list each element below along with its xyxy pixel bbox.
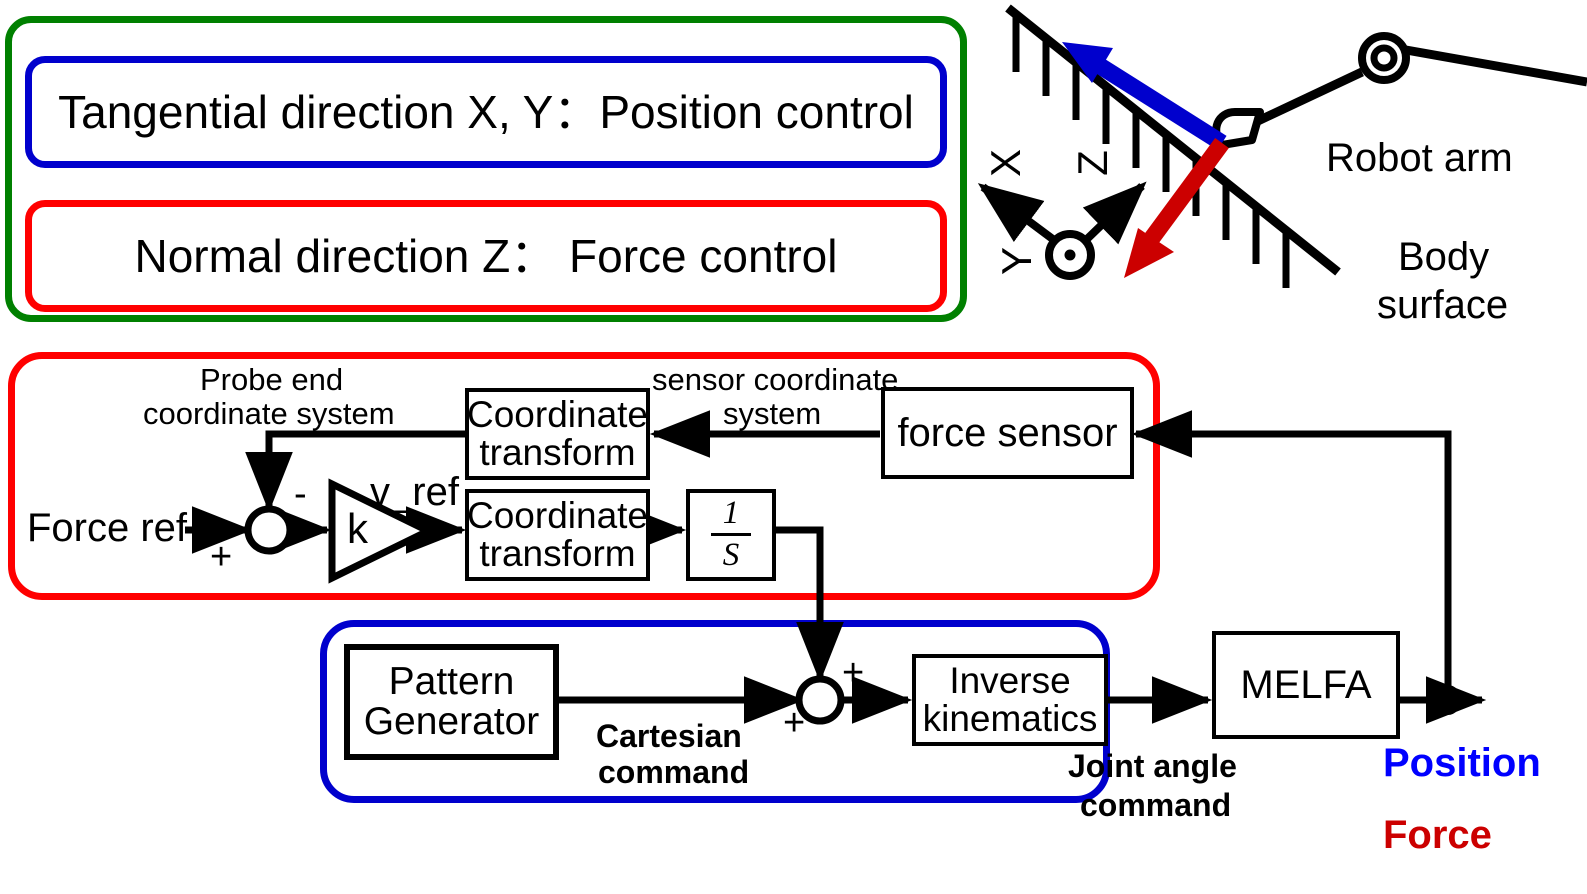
coordinate-transform-bottom-line2: transform <box>479 533 636 574</box>
inverse-kinematics-line2: kinematics <box>922 698 1098 739</box>
position-sum-plus-top: + <box>842 652 865 694</box>
inverse-kinematics-block: Inverse kinematics <box>912 654 1108 746</box>
force-ref-label: Force ref <box>27 506 188 550</box>
position-sum-plus-bottom: + <box>783 702 806 744</box>
pattern-generator-block: Pattern Generator <box>344 644 559 760</box>
coordinate-transform-top-line2: transform <box>479 432 636 473</box>
force-sensor-label: force sensor <box>897 410 1118 455</box>
gain-label: k <box>347 505 368 552</box>
cartesian-command-label-line1: Cartesian <box>596 718 742 754</box>
force-summing-junction <box>244 505 294 555</box>
pattern-generator-line1: Pattern <box>388 660 515 704</box>
joint-angle-command-line2: command <box>1080 787 1232 823</box>
v-ref-label: v_ref <box>370 470 459 514</box>
signal-wires <box>185 410 1487 725</box>
integrator-block: 1 S <box>686 489 776 581</box>
joint-angle-command-line1: Joint angle <box>1068 748 1237 784</box>
force-sensor-block: force sensor <box>881 387 1134 479</box>
inverse-kinematics-line1: Inverse <box>949 660 1071 702</box>
integrator-numerator: 1 <box>710 497 752 536</box>
force-output-label: Force <box>1383 813 1492 857</box>
probe-coordinate-label-line2: coordinate system <box>143 396 395 431</box>
probe-coordinate-label-line1: Probe end <box>200 362 344 397</box>
position-output-label: Position <box>1383 741 1541 785</box>
melfa-label: MELFA <box>1240 662 1372 707</box>
diagram-canvas: Tangential direction X, Y：Position contr… <box>0 0 1587 894</box>
pattern-generator-line2: Generator <box>363 700 540 743</box>
output-junction-dot <box>1435 685 1461 715</box>
sensor-coordinate-label-line1: sensor coordinate <box>652 362 899 397</box>
position-summing-junction <box>795 675 845 725</box>
cartesian-command-label-line2: command <box>598 754 750 790</box>
coordinate-transform-top-line1: Coordinate <box>467 394 649 436</box>
coordinate-transform-bottom-line1: Coordinate <box>467 495 649 537</box>
force-sum-minus: - <box>294 473 307 515</box>
force-sum-plus: + <box>210 536 233 578</box>
coordinate-transform-top-block: Coordinate transform <box>465 388 650 480</box>
integrator-denominator: S <box>722 537 740 573</box>
coordinate-transform-bottom-block: Coordinate transform <box>465 489 650 581</box>
melfa-block: MELFA <box>1212 631 1400 739</box>
sensor-coordinate-label-line2: system <box>723 396 822 431</box>
